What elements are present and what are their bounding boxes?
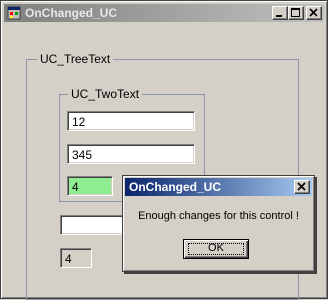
field2-input[interactable]: 345 — [67, 144, 195, 164]
minimize-button[interactable] — [272, 6, 288, 20]
window-titlebar[interactable]: OnChanged_UC — [4, 4, 324, 22]
message-dialog: OnChanged_UC Enough changes for this con… — [122, 175, 315, 272]
maximize-icon — [291, 8, 300, 17]
close-icon — [309, 8, 318, 17]
close-button[interactable] — [306, 6, 322, 20]
field1-input[interactable]: 12 — [67, 111, 195, 131]
ok-button[interactable]: OK — [183, 239, 249, 259]
maximize-button[interactable] — [288, 6, 304, 20]
dialog-close-button[interactable] — [294, 180, 310, 194]
main-window: OnChanged_UC UC_TreeText UC_TwoText 12 3… — [0, 0, 328, 300]
window-title: OnChanged_UC — [25, 6, 118, 20]
dialog-title: OnChanged_UC — [129, 180, 222, 194]
dialog-message: Enough changes for this control ! — [138, 210, 299, 222]
uc-twotext-label: UC_TwoText — [68, 87, 143, 101]
uc-treetext-label: UC_TreeText — [37, 52, 114, 66]
treetext-readonly-field: 4 — [60, 248, 92, 268]
focus-rectangle — [188, 243, 244, 255]
dialog-titlebar[interactable]: OnChanged_UC — [125, 178, 312, 196]
close-icon — [297, 182, 306, 191]
app-form-icon[interactable] — [7, 6, 21, 20]
sum-length-field: 4 — [67, 176, 113, 196]
minimize-icon — [276, 15, 282, 17]
